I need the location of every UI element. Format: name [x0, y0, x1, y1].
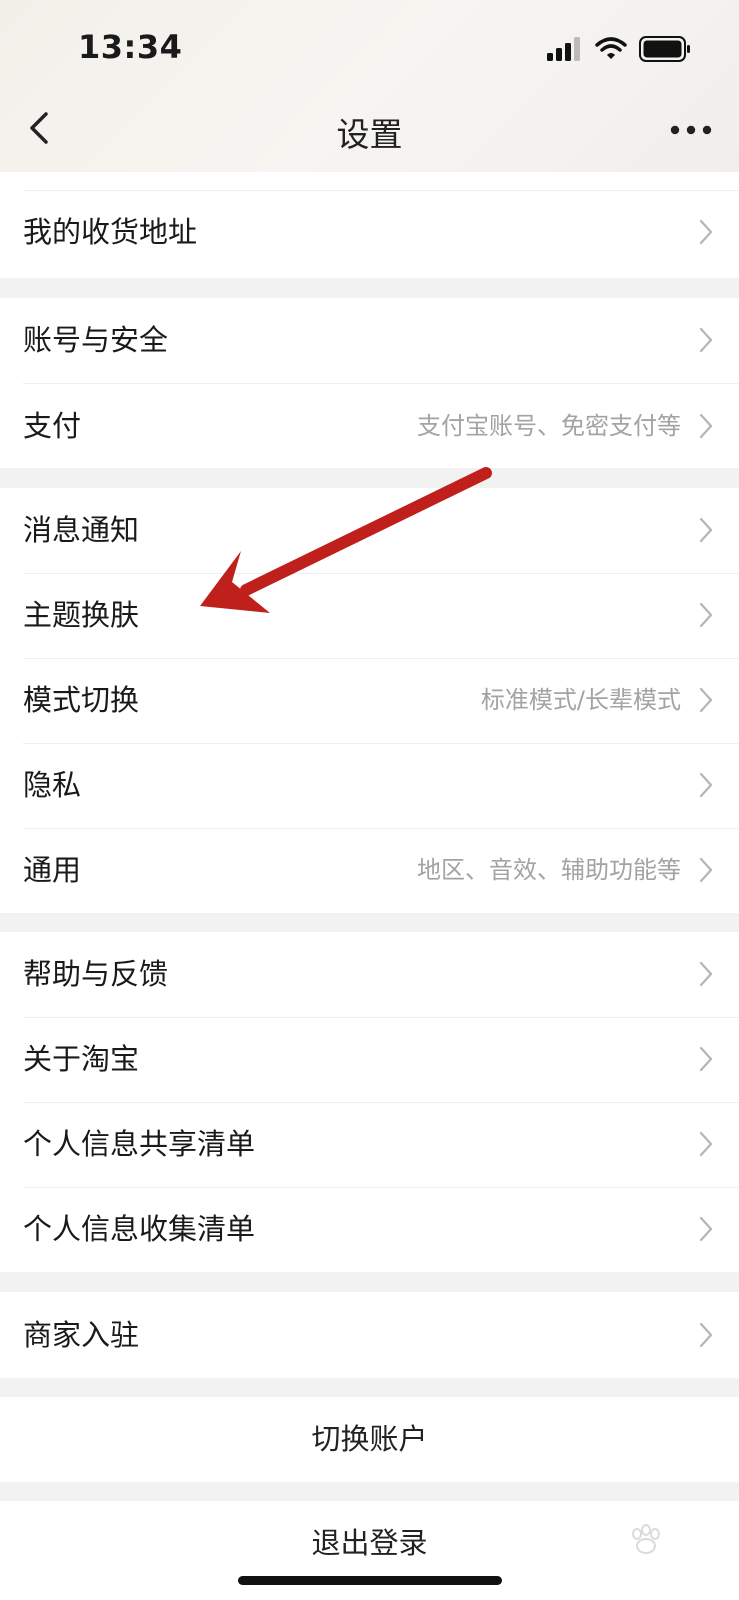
signal-icon [547, 37, 580, 61]
chevron-right-icon [699, 961, 713, 987]
chevron-right-icon [699, 219, 713, 245]
chevron-right-icon [699, 327, 713, 353]
chevron-right-icon [699, 413, 713, 439]
chevron-right-icon [699, 687, 713, 713]
row-personal-info-collection[interactable]: 个人信息收集清单 [0, 1187, 739, 1271]
chevron-right-icon [699, 857, 713, 883]
row-label: 支付 [23, 409, 82, 443]
more-button[interactable] [667, 116, 717, 144]
row-subtext: 标准模式/长辈模式 [480, 686, 681, 714]
row-label: 通用 [23, 853, 82, 887]
row-general[interactable]: 通用 地区、音效、辅助功能等 [0, 828, 739, 912]
row-label: 消息通知 [23, 513, 140, 547]
chevron-right-icon [699, 1322, 713, 1348]
chevron-right-icon [699, 1046, 713, 1072]
baidu-watermark [632, 1524, 660, 1554]
chevron-right-icon [699, 517, 713, 543]
header: 13:34 设置 [0, 0, 739, 172]
row-privacy[interactable]: 隐私 [0, 743, 739, 827]
row-label: 我的收货地址 [23, 215, 198, 249]
chevron-right-icon [699, 1216, 713, 1242]
section-merchant: 商家入驻 [0, 1292, 739, 1378]
row-label: 个人信息收集清单 [23, 1212, 256, 1246]
row-notifications[interactable]: 消息通知 [0, 488, 739, 572]
section-address: 我的收货地址 [0, 172, 739, 278]
chevron-right-icon [699, 1131, 713, 1157]
section-switch-account: 切换账户 [0, 1397, 739, 1482]
chevron-right-icon [699, 772, 713, 798]
row-label: 账号与安全 [23, 323, 169, 357]
row-merchant-onboarding[interactable]: 商家入驻 [0, 1293, 739, 1377]
wifi-icon [595, 37, 627, 59]
row-label: 隐私 [23, 768, 82, 802]
row-shipping-address[interactable]: 我的收货地址 [0, 190, 739, 274]
row-label: 主题换肤 [23, 598, 140, 632]
chevron-right-icon [699, 602, 713, 628]
status-time: 13:34 [78, 28, 183, 66]
row-subtext: 地区、音效、辅助功能等 [417, 856, 681, 884]
row-account-security[interactable]: 账号与安全 [0, 298, 739, 382]
page-title: 设置 [336, 115, 403, 154]
row-label: 帮助与反馈 [23, 957, 169, 991]
row-subtext: 支付宝账号、免密支付等 [417, 412, 681, 440]
home-indicator [238, 1576, 502, 1585]
more-dots-icon [670, 125, 712, 135]
row-payment[interactable]: 支付 支付宝账号、免密支付等 [0, 384, 739, 468]
switch-account-button[interactable]: 切换账户 [0, 1397, 739, 1482]
row-personal-info-sharing[interactable]: 个人信息共享清单 [0, 1102, 739, 1186]
row-theme-skin[interactable]: 主题换肤 [0, 573, 739, 657]
row-label: 个人信息共享清单 [23, 1127, 256, 1161]
row-mode-switch[interactable]: 模式切换 标准模式/长辈模式 [0, 658, 739, 742]
row-label: 关于淘宝 [23, 1042, 140, 1076]
section-preferences: 消息通知 主题换肤 模式切换 标准模式/长辈模式 隐私 通用 地区、音效、辅助功… [0, 488, 739, 913]
row-label: 模式切换 [23, 683, 140, 717]
section-about: 帮助与反馈 关于淘宝 个人信息共享清单 个人信息收集清单 [0, 932, 739, 1272]
battery-icon [639, 36, 690, 62]
section-account: 账号与安全 支付 支付宝账号、免密支付等 [0, 298, 739, 468]
row-about-taobao[interactable]: 关于淘宝 [0, 1017, 739, 1101]
row-help-feedback[interactable]: 帮助与反馈 [0, 932, 739, 1016]
status-icons [545, 36, 691, 62]
row-label: 商家入驻 [23, 1318, 140, 1352]
